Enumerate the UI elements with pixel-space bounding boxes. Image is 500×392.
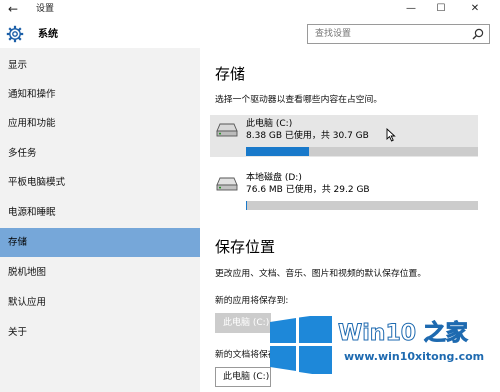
minimize-button[interactable]: — bbox=[396, 0, 426, 18]
sidebar-item-about[interactable]: 关于 bbox=[0, 318, 200, 347]
new-apps-select: 此电脑 (C:) bbox=[215, 313, 271, 333]
search-box[interactable] bbox=[307, 24, 490, 44]
gear-icon bbox=[6, 25, 24, 43]
drive-icon bbox=[216, 123, 238, 137]
usage-bar-fill bbox=[246, 147, 310, 156]
storage-description: 选择一个驱动器以查看哪些内容在占空间。 bbox=[215, 95, 383, 105]
usage-bar-fill bbox=[246, 201, 247, 210]
sidebar-item-tablet-mode[interactable]: 平板电脑模式 bbox=[0, 168, 200, 197]
search-icon[interactable] bbox=[472, 28, 484, 40]
usage-bar bbox=[246, 201, 478, 210]
sidebar-item-offline-maps[interactable]: 脱机地图 bbox=[0, 258, 200, 287]
save-locations-description: 更改应用、文档、音乐、图片和视频的默认保存位置。 bbox=[215, 269, 427, 279]
windows-logo-icon bbox=[270, 316, 332, 374]
sidebar: 显示 通知和操作 应用和功能 多任务 平板电脑模式 电源和睡眠 存储 脱机地图 … bbox=[0, 48, 200, 392]
sidebar-item-storage[interactable]: 存储 bbox=[0, 228, 200, 257]
sidebar-item-multitasking[interactable]: 多任务 bbox=[0, 139, 200, 168]
watermark-brand: Win10 之家 bbox=[338, 321, 469, 347]
mouse-cursor-icon bbox=[386, 128, 396, 142]
watermark-url: www.win10xitong.com bbox=[344, 350, 485, 363]
sidebar-item-apps-features[interactable]: 应用和功能 bbox=[0, 109, 200, 138]
drive-usage: 76.6 MB 已使用，共 29.2 GB bbox=[246, 185, 370, 195]
sidebar-item-default-apps[interactable]: 默认应用 bbox=[0, 288, 200, 317]
drive-usage: 8.38 GB 已使用，共 30.7 GB bbox=[246, 131, 369, 141]
drive-d[interactable]: 本地磁盘 (D:) 76.6 MB 已使用，共 29.2 GB bbox=[210, 169, 478, 211]
maximize-button[interactable]: ☐ bbox=[426, 0, 456, 18]
sidebar-item-notifications[interactable]: 通知和操作 bbox=[0, 80, 200, 109]
new-docs-select[interactable]: 此电脑 (C:) bbox=[215, 367, 271, 387]
watermark: Win10 之家 www.win10xitong.com bbox=[268, 316, 496, 374]
new-apps-label: 新的应用将保存到: bbox=[215, 296, 289, 306]
back-arrow-icon[interactable]: ← bbox=[8, 1, 18, 17]
sidebar-item-power-sleep[interactable]: 电源和睡眠 bbox=[0, 198, 200, 227]
search-input[interactable] bbox=[308, 25, 466, 43]
save-locations-heading: 保存位置 bbox=[215, 238, 276, 256]
storage-heading: 存储 bbox=[215, 65, 246, 83]
drive-c[interactable]: 此电脑 (C:) 8.38 GB 已使用，共 30.7 GB bbox=[210, 115, 478, 157]
sidebar-item-display[interactable]: 显示 bbox=[0, 51, 200, 80]
window-title: 设置 bbox=[36, 4, 55, 14]
drive-icon bbox=[216, 177, 238, 191]
page-title: 系统 bbox=[38, 29, 58, 40]
close-button[interactable]: ✕ bbox=[460, 0, 490, 18]
title-bar: ← 设置 — ☐ ✕ bbox=[0, 0, 500, 18]
usage-bar bbox=[246, 147, 478, 156]
